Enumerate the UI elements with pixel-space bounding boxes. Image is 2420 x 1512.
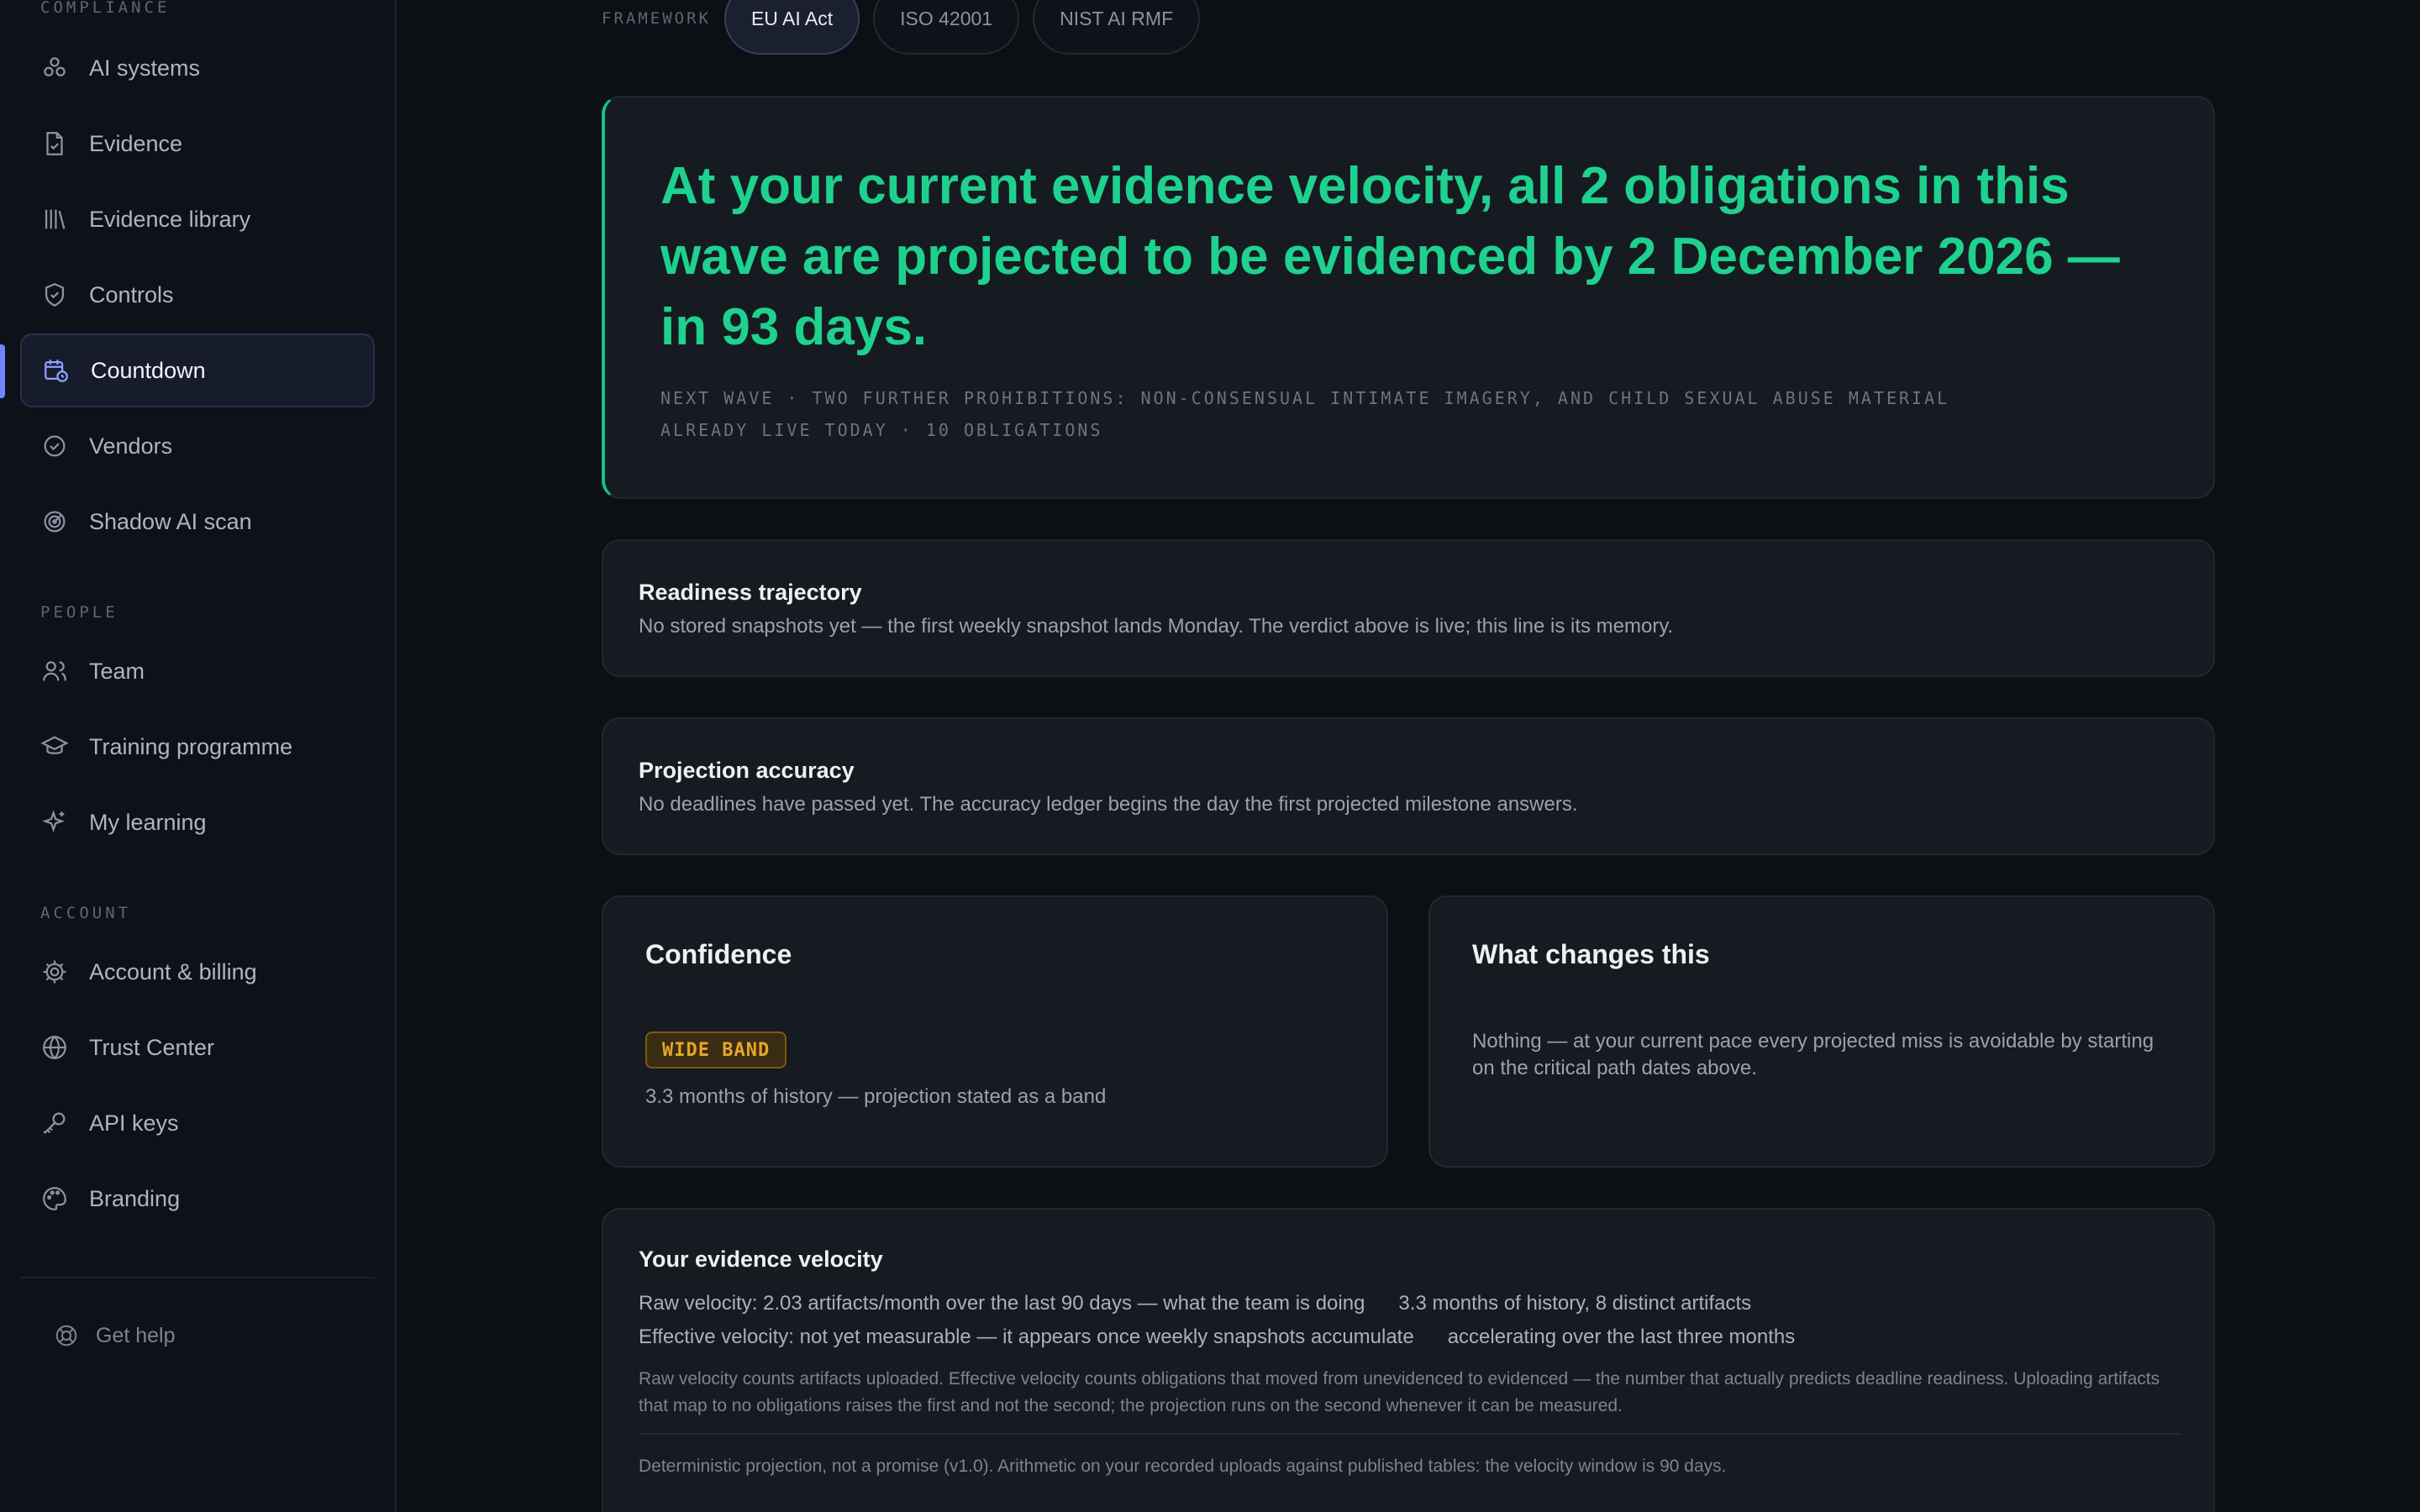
users-icon <box>40 657 69 685</box>
sidebar-item-label: Evidence <box>89 130 183 156</box>
ai-systems-icon <box>40 54 69 82</box>
sidebar-item-ai-systems[interactable]: AI systems <box>20 31 375 105</box>
effective-velocity-trend: accelerating over the last three months <box>1447 1326 1796 1348</box>
accuracy-body: No deadlines have passed yet. The accura… <box>639 793 1578 816</box>
sidebar-item-label: Controls <box>89 281 174 307</box>
sidebar-item-label: Evidence library <box>89 206 251 232</box>
sidebar-item-label: Training programme <box>89 733 293 759</box>
accuracy-title: Projection accuracy <box>639 758 855 783</box>
what-changes-body: Nothing — at your current pace every pro… <box>1472 1030 2154 1079</box>
sidebar-item-training-programme[interactable]: Training programme <box>20 710 375 784</box>
already-live-note: ALREADY LIVE TODAY · 10 OBLIGATIONS <box>660 420 1103 440</box>
framework-label: FRAMEWORK <box>602 9 711 28</box>
velocity-divider <box>639 1433 2181 1435</box>
confidence-card: Confidence WIDE BAND 3.3 months of histo… <box>602 895 1388 1168</box>
framework-chip-nist-ai-rmf[interactable]: NIST AI RMF <box>1033 0 1201 55</box>
section-label-people: PEOPLE <box>40 603 118 622</box>
velocity-title: Your evidence velocity <box>639 1247 883 1272</box>
palette-icon <box>40 1184 69 1213</box>
sidebar: COMPLIANCE AI systems Evidence Evidence … <box>0 0 397 1512</box>
sidebar-item-label: Vendors <box>89 433 173 459</box>
section-label-compliance: COMPLIANCE <box>40 0 171 17</box>
sidebar-item-label: AI systems <box>89 55 201 81</box>
what-changes-title: What changes this <box>1472 939 1710 969</box>
framework-chip-eu-ai-act[interactable]: EU AI Act <box>723 0 860 55</box>
file-check-icon <box>40 129 69 158</box>
sidebar-divider <box>20 1277 375 1278</box>
sparkles-icon <box>40 808 69 837</box>
next-wave-note: NEXT WAVE · TWO FURTHER PROHIBITIONS: NO… <box>660 388 1950 408</box>
get-help-link[interactable]: Get help <box>54 1317 176 1354</box>
readiness-title: Readiness trajectory <box>639 580 862 605</box>
sidebar-item-label: API keys <box>89 1110 179 1136</box>
key-icon <box>40 1109 69 1137</box>
effective-velocity-row: Effective velocity: not yet measurable —… <box>639 1326 1795 1349</box>
sidebar-item-shadow-ai-scan[interactable]: Shadow AI scan <box>20 485 375 559</box>
raw-velocity-text: Raw velocity: 2.03 artifacts/month over … <box>639 1292 1365 1315</box>
sidebar-item-api-keys[interactable]: API keys <box>20 1086 375 1160</box>
verdict-card: At your current evidence velocity, all 2… <box>602 96 2215 499</box>
framework-selector: FRAMEWORK EU AI Act ISO 42001 NIST AI RM… <box>602 0 1213 55</box>
projection-accuracy-card: Projection accuracy No deadlines have pa… <box>602 717 2215 855</box>
graduation-cap-icon <box>40 732 69 761</box>
calendar-clock-icon <box>42 356 71 385</box>
framework-chip-iso-42001[interactable]: ISO 42001 <box>873 0 1020 55</box>
sidebar-item-countdown[interactable]: Countdown <box>20 333 375 407</box>
readiness-trajectory-card: Readiness trajectory No stored snapshots… <box>602 539 2215 677</box>
sidebar-item-label: Countdown <box>91 357 206 383</box>
sidebar-item-vendors[interactable]: Vendors <box>20 409 375 483</box>
velocity-explanation: Raw velocity counts artifacts uploaded. … <box>639 1369 2160 1415</box>
gear-icon <box>40 958 69 986</box>
readiness-body: No stored snapshots yet — the first week… <box>639 615 1674 638</box>
section-label-account: ACCOUNT <box>40 904 132 922</box>
sidebar-item-label: My learning <box>89 809 207 835</box>
effective-velocity-text: Effective velocity: not yet measurable —… <box>639 1326 1414 1348</box>
sidebar-item-team[interactable]: Team <box>20 634 375 708</box>
confidence-body: 3.3 months of history — projection state… <box>645 1085 1107 1108</box>
sidebar-item-account-billing[interactable]: Account & billing <box>20 935 375 1009</box>
sidebar-item-label: Account & billing <box>89 958 257 984</box>
verdict-headline: At your current evidence velocity, all 2… <box>660 157 2120 356</box>
get-help-label: Get help <box>96 1323 176 1347</box>
badge-check-icon <box>40 432 69 460</box>
velocity-footer: Deterministic projection, not a promise … <box>639 1457 1727 1476</box>
evidence-velocity-card: Your evidence velocity Raw velocity: 2.0… <box>602 1208 2215 1512</box>
raw-velocity-row: Raw velocity: 2.03 artifacts/month over … <box>639 1292 1751 1315</box>
sidebar-item-evidence[interactable]: Evidence <box>20 107 375 181</box>
sidebar-item-label: Trust Center <box>89 1034 215 1060</box>
globe-icon <box>40 1033 69 1062</box>
sidebar-item-branding[interactable]: Branding <box>20 1162 375 1236</box>
sidebar-item-my-learning[interactable]: My learning <box>20 785 375 859</box>
library-icon <box>40 205 69 234</box>
sidebar-item-label: Branding <box>89 1185 181 1211</box>
sidebar-item-label: Shadow AI scan <box>89 508 252 534</box>
what-changes-card: What changes this Nothing — at your curr… <box>1428 895 2215 1168</box>
radar-icon <box>40 507 69 536</box>
sidebar-item-label: Team <box>89 658 145 684</box>
sidebar-item-trust-center[interactable]: Trust Center <box>20 1011 375 1084</box>
lifebuoy-icon <box>54 1323 79 1348</box>
confidence-badge: WIDE BAND <box>645 1032 787 1068</box>
active-indicator <box>0 344 5 398</box>
raw-velocity-history: 3.3 months of history, 8 distinct artifa… <box>1398 1292 1752 1315</box>
sidebar-item-controls[interactable]: Controls <box>20 258 375 332</box>
sidebar-item-evidence-library[interactable]: Evidence library <box>20 182 375 256</box>
confidence-title: Confidence <box>645 939 792 969</box>
shield-check-icon <box>40 281 69 309</box>
